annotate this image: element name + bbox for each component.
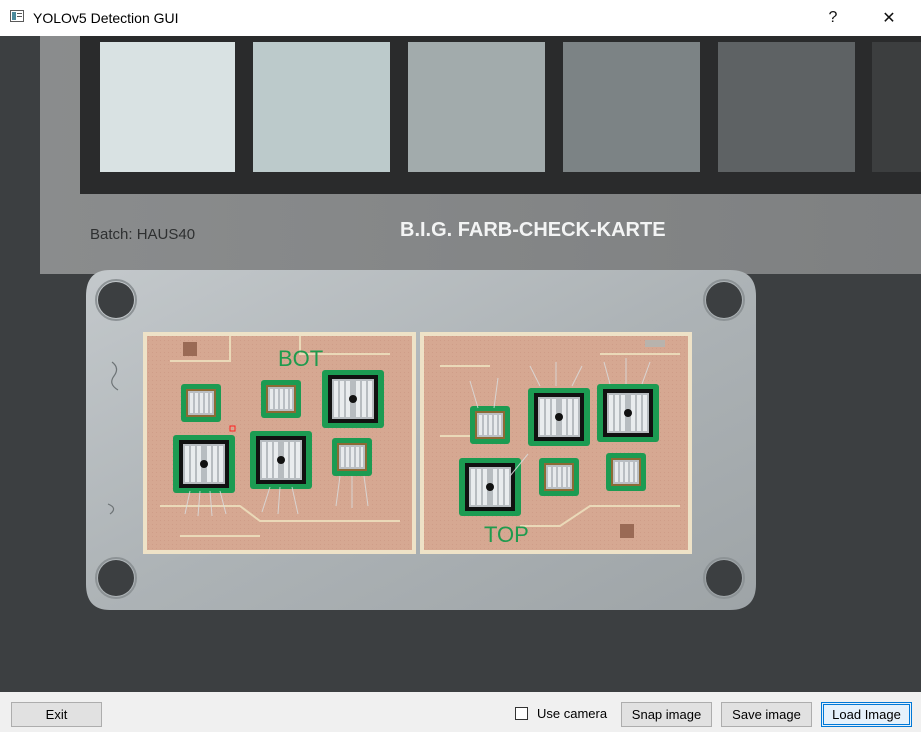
control-bar: Exit Use camera Snap image Save image Lo…: [0, 692, 921, 732]
snap-image-button[interactable]: Snap image: [621, 702, 712, 727]
batch-label: Batch: HAUS40: [90, 226, 195, 243]
save-image-button[interactable]: Save image: [721, 702, 812, 727]
use-camera-label[interactable]: Use camera: [537, 706, 607, 721]
load-image-button[interactable]: Load Image: [821, 702, 912, 727]
window-title: YOLOv5 Detection GUI: [33, 10, 179, 26]
board-label-top: TOP: [484, 522, 529, 547]
use-camera-checkbox[interactable]: [515, 707, 528, 720]
help-button[interactable]: ?: [810, 0, 856, 36]
card-title: B.I.G. FARB-CHECK-KARTE: [400, 219, 666, 241]
help-icon: ?: [828, 9, 838, 26]
board-label-bot: BOT: [278, 346, 323, 371]
exit-button[interactable]: Exit: [11, 702, 102, 727]
title-bar: YOLOv5 Detection GUI ? ✕: [0, 0, 921, 36]
app-window-icon: [10, 10, 24, 22]
image-viewport: Batch: HAUS40 B.I.G. FARB-CHECK-KARTE BO…: [0, 36, 921, 692]
close-button[interactable]: ✕: [866, 0, 912, 36]
loaded-image: Batch: HAUS40 B.I.G. FARB-CHECK-KARTE BO…: [0, 36, 921, 692]
close-icon: ✕: [882, 10, 896, 27]
